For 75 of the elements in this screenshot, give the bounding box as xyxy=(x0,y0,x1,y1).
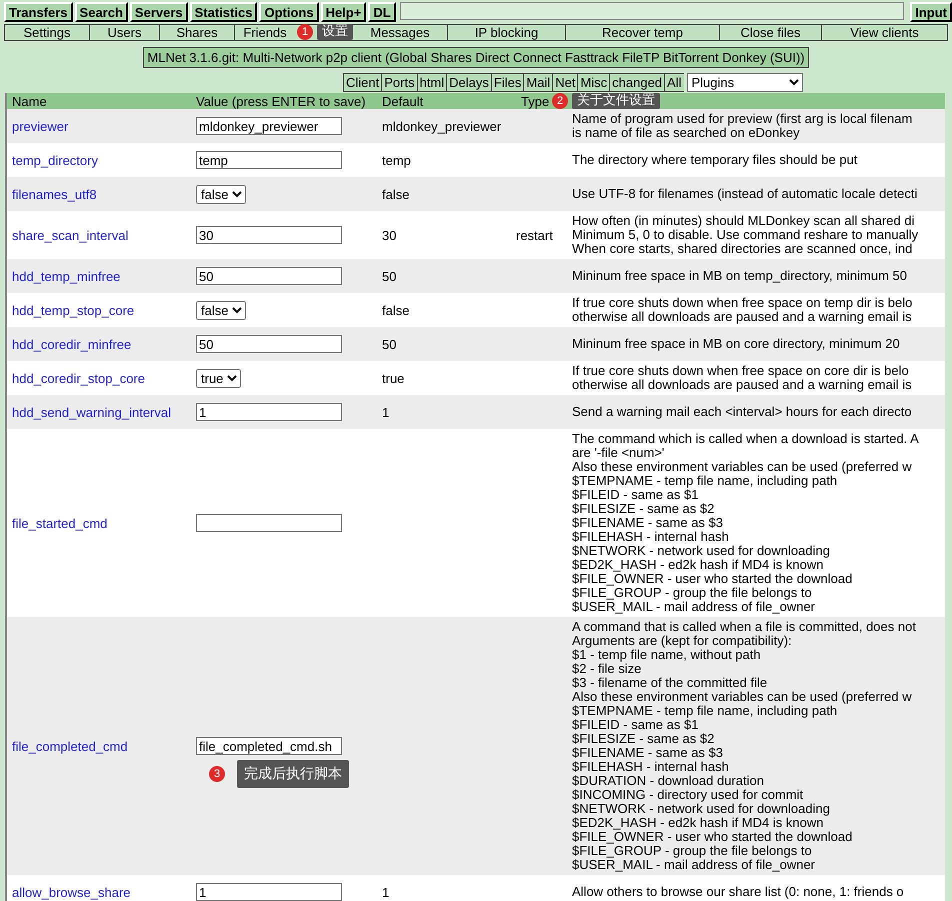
option-name-link[interactable]: filenames_utf8 xyxy=(12,186,97,202)
option-type: restart xyxy=(516,228,553,242)
default-value: 50 xyxy=(382,336,396,352)
menu-button[interactable]: Servers xyxy=(130,2,188,22)
value-field[interactable]: 1 xyxy=(196,403,342,421)
help-text: The command which is called when a download is started. A are '-file <num>' Also these environment variables can be used (preferred w $TEMPNAME - temp file name, including path $FILEID - same as $1 $FILESIZE - same as $2 $FILENAME - same as $3 $FILEHASH - internal hash $NETWORK - network used for downloading $ED2K_HASH - ed2k hash if MD4 is known $FILE_OWNER - user who started the download $FILE_GROUP - group the file belongs to $USER_MAIL - mail address of file_owner xyxy=(572,432,920,614)
value-dropdown[interactable]: false xyxy=(196,300,246,320)
value-field[interactable]: 50 xyxy=(196,267,342,285)
column-header: Default xyxy=(382,94,424,108)
value-field[interactable]: file_completed_cmd.sh xyxy=(196,737,342,755)
annotation-tooltip: 完成后执行脚本 xyxy=(237,760,349,788)
column-header: Type xyxy=(521,94,550,108)
default-value: 30 xyxy=(382,228,396,242)
section-tab[interactable]: changed xyxy=(609,73,664,92)
column-header: Name xyxy=(12,94,47,108)
value-field[interactable]: 30 xyxy=(196,226,342,244)
section-tab[interactable]: All xyxy=(664,73,684,92)
section-tab[interactable]: Delays xyxy=(446,73,491,92)
section-tab[interactable]: Files xyxy=(490,73,524,92)
help-text: Mininum free space in MB on temp_directory, minimum 50 xyxy=(572,269,908,283)
menu-button[interactable]: Help+ xyxy=(320,2,366,22)
menu-button[interactable]: Search xyxy=(74,2,128,22)
option-name-link[interactable]: file_started_cmd xyxy=(12,516,108,530)
option-name-link[interactable]: hdd_temp_stop_core xyxy=(12,302,134,318)
help-text: Use UTF-8 for filenames (instead of automatic locale detecti xyxy=(572,187,918,201)
column-header: Value (press ENTER to save) xyxy=(196,94,366,108)
section-tab[interactable]: Client xyxy=(343,73,382,92)
default-value: temp xyxy=(382,152,411,168)
help-text: If true core shuts down when free space on temp dir is belo otherwise all downloads are paused and a warning email is xyxy=(572,296,914,324)
value-dropdown[interactable]: true xyxy=(196,368,241,388)
menu-button[interactable]: Transfers xyxy=(4,2,73,22)
command-field[interactable] xyxy=(400,2,904,20)
menu-button[interactable]: Statistics xyxy=(190,2,258,22)
input-button[interactable]: Input xyxy=(910,2,952,22)
option-name-link[interactable]: share_scan_interval xyxy=(12,228,128,242)
section-tab[interactable]: html xyxy=(416,73,446,92)
help-text: The directory where temporary files should be put xyxy=(572,153,858,167)
option-name-link[interactable]: allow_browse_share xyxy=(12,884,131,900)
option-name-link[interactable]: file_completed_cmd xyxy=(12,738,128,754)
default-value: 1 xyxy=(382,884,390,900)
option-name-link[interactable]: hdd_temp_minfree xyxy=(12,268,120,284)
annotation-tooltip: 设置 xyxy=(317,24,353,40)
value-field[interactable]: temp xyxy=(196,151,342,169)
help-text: Mininum free space in MB on core directory, minimum 20 xyxy=(572,337,901,351)
option-name-link[interactable]: temp_directory xyxy=(12,152,98,168)
help-text: Name of program used for preview (first arg is local filenam is name of file as searched on eDonkey xyxy=(572,112,914,140)
help-text: If true core shuts down when free space on core dir is belo otherwise all downloads are paused and a warning email is xyxy=(572,364,913,392)
value-dropdown[interactable]: false xyxy=(196,184,246,204)
option-name-link[interactable]: hdd_coredir_minfree xyxy=(12,336,132,352)
default-value: false xyxy=(382,302,410,318)
section-tab[interactable]: Ports xyxy=(381,73,417,92)
value-field[interactable]: 1 xyxy=(196,883,342,901)
option-name-link[interactable]: hdd_coredir_stop_core xyxy=(12,370,145,386)
plugins-dropdown[interactable]: Plugins xyxy=(686,73,802,92)
help-text: Allow others to browse our share list (0: none, 1: friends o xyxy=(572,885,905,899)
option-name-link[interactable]: hdd_send_warning_interval xyxy=(12,404,172,420)
default-value: 1 xyxy=(382,404,390,420)
section-tab[interactable]: Net xyxy=(552,73,578,92)
help-text: A command that is called when a file is committed, does not Arguments are (kept for compatibility): $1 - temp file name, without path $2 - file size $3 - filename of the committed file Also these environment variables can be used (preferred w $TEMPNAME - temp file name, including path $FILEID - same as $1 $FILESIZE - same as $2 $FILENAME - same as $3 $FILEHASH - internal hash $DURATION - download duration $INCOMING - directory used for commit $NETWORK - network used for downloading $ED2K_HASH - ed2k hash if MD4 is known $FILE_OWNER - user who started the download $FILE_GROUP - group the file belongs to $USER_MAIL - mail address of file_owner xyxy=(572,620,917,872)
value-field[interactable]: mldonkey_previewer xyxy=(196,117,342,135)
help-text: Send a warning mail each <interval> hours for each directo xyxy=(572,405,913,419)
default-value: true xyxy=(382,370,404,386)
section-tab[interactable]: Misc xyxy=(577,73,610,92)
option-name-link[interactable]: previewer xyxy=(12,118,68,134)
default-value: mldonkey_previewer xyxy=(382,118,502,134)
help-text: How often (in minutes) should MLDonkey scan all shared di Minimum 5, 0 to disable. Use command reshare to manually When core starts, shared directories are scanned once, ind xyxy=(572,214,920,256)
menu-button[interactable]: Options xyxy=(259,2,319,22)
value-field[interactable]: 50 xyxy=(196,335,342,353)
section-tab[interactable]: Mail xyxy=(523,73,552,92)
default-value: false xyxy=(382,186,410,202)
annotation-tooltip: 关于文件设置 xyxy=(572,93,660,109)
value-field[interactable] xyxy=(196,514,342,532)
default-value: 50 xyxy=(382,268,396,284)
version-banner: MLNet 3.1.6.git: Multi-Network p2p client (Global Shares Direct Connect Fasttrack FileTP BitTorrent Donkey (SUI)) xyxy=(143,47,809,68)
menu-button[interactable]: DL xyxy=(368,2,396,22)
